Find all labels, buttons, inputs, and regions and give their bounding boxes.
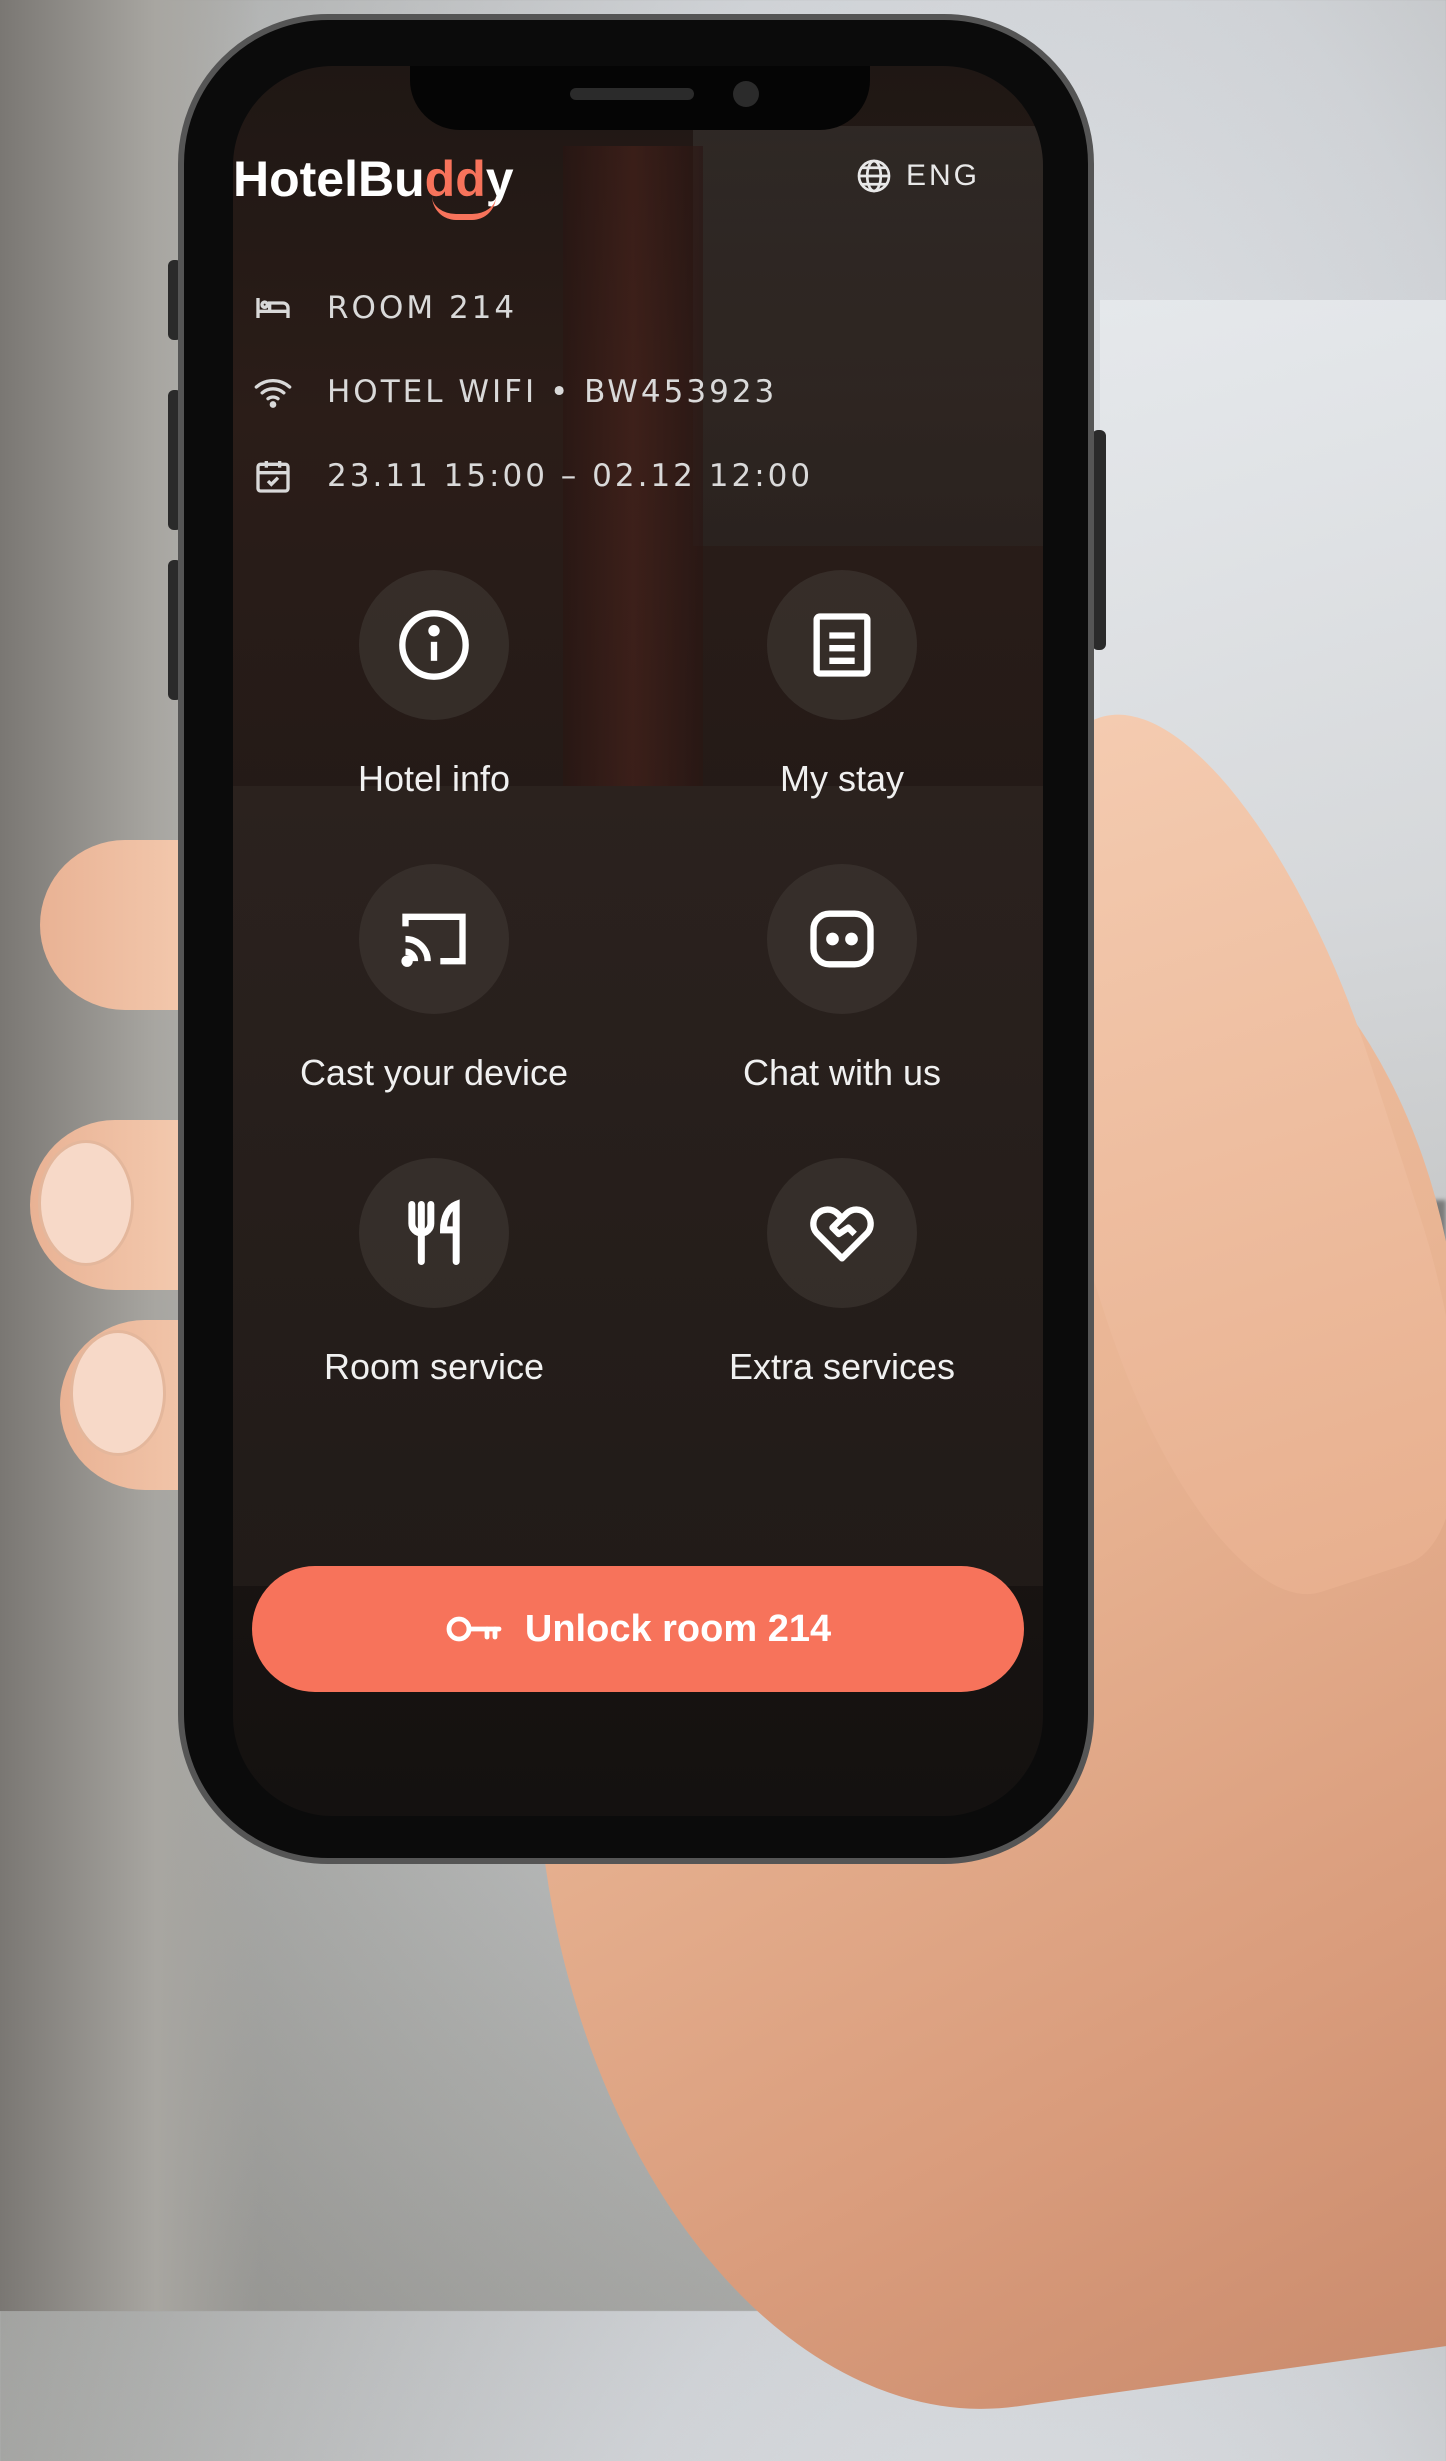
menu-icon-circle — [767, 864, 917, 1014]
language-selector[interactable]: ENG — [856, 158, 980, 194]
menu-cast-device[interactable]: Cast your device — [274, 864, 594, 1094]
menu-icon-circle — [359, 864, 509, 1014]
globe-icon — [857, 159, 891, 193]
menu-hotel-info[interactable]: Hotel info — [274, 570, 594, 800]
unlock-room-button[interactable]: Unlock room 214 — [252, 1566, 1024, 1692]
menu-room-service[interactable]: Room service — [274, 1158, 594, 1388]
dates-label: 23.11 15:00 – 02.12 12:00 — [327, 458, 814, 494]
cast-icon — [401, 913, 466, 967]
menu-icon-circle — [767, 1158, 917, 1308]
phone-speaker — [570, 88, 694, 100]
room-label: ROOM 214 — [327, 290, 518, 326]
phone-power-button — [1092, 430, 1106, 650]
unlock-label: Unlock room 214 — [524, 1607, 832, 1650]
room-info: ROOM 214 — [253, 288, 517, 328]
menu-label: Cast your device — [299, 1052, 569, 1093]
menu-icon-circle — [359, 1158, 509, 1308]
wifi-icon — [254, 379, 292, 408]
fingernail — [38, 1140, 134, 1266]
menu-icon-circle — [359, 570, 509, 720]
bed-icon — [256, 298, 290, 318]
calendar-icon — [256, 461, 290, 493]
logo-text-main: HotelBu — [233, 151, 425, 207]
phone-camera — [733, 81, 759, 107]
heart-handshake-icon — [810, 1206, 874, 1262]
menu-label: Hotel info — [357, 758, 511, 799]
key-icon — [446, 1616, 502, 1642]
wifi-label: HOTEL WIFI • BW453923 — [327, 374, 778, 410]
menu-extra-services[interactable]: Extra services — [682, 1158, 1002, 1388]
menu-label: My stay — [779, 758, 904, 799]
menu-label: Extra services — [728, 1346, 956, 1387]
menu-label: Chat with us — [742, 1052, 942, 1093]
stay-dates: 23.11 15:00 – 02.12 12:00 — [253, 456, 813, 496]
cutlery-icon — [408, 1199, 460, 1265]
language-label: ENG — [906, 159, 981, 192]
document-icon — [813, 613, 871, 677]
menu-icon-circle — [767, 570, 917, 720]
chat-icon — [810, 910, 874, 968]
menu-label: Room service — [323, 1346, 545, 1387]
info-icon — [399, 610, 469, 680]
wifi-info: HOTEL WIFI • BW453923 — [253, 372, 777, 412]
menu-chat[interactable]: Chat with us — [682, 864, 1002, 1094]
menu-my-stay[interactable]: My stay — [682, 570, 1002, 800]
fingernail — [70, 1330, 166, 1456]
